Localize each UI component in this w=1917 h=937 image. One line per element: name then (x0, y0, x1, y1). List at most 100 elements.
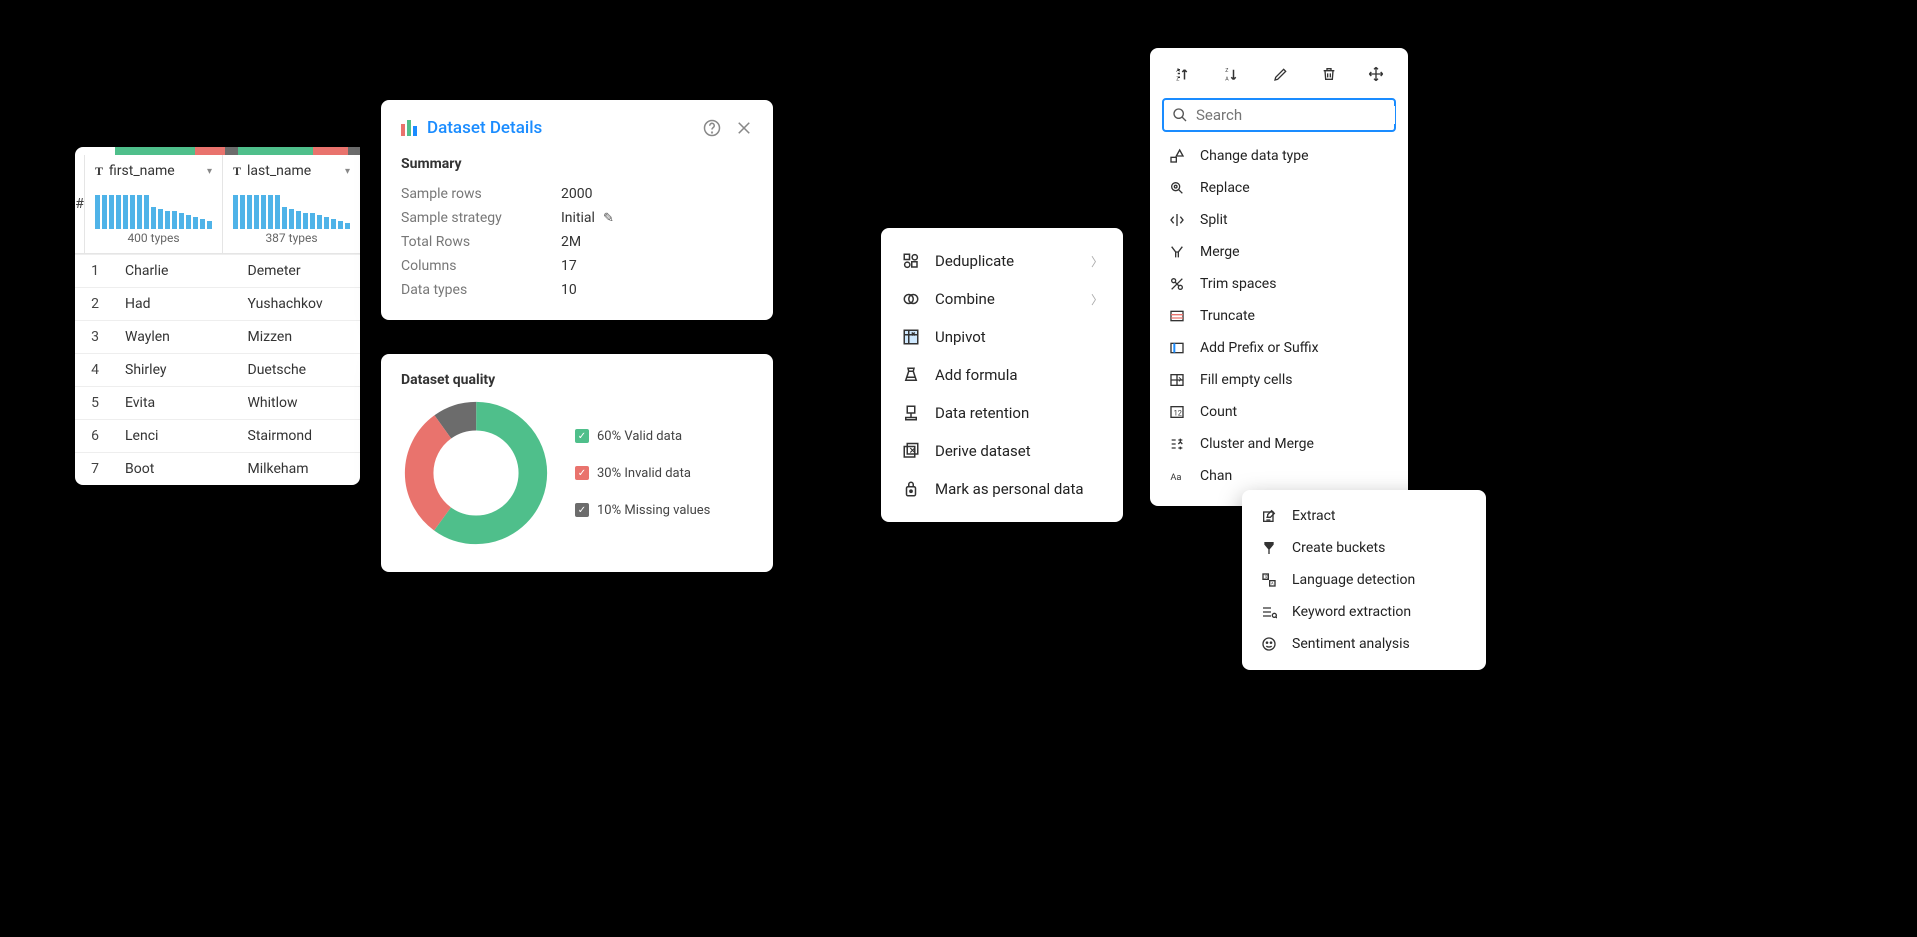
ops-item[interactable]: Unpivot (881, 318, 1123, 356)
table-row[interactable]: 7BootMilkeham (75, 452, 360, 485)
ops-item[interactable]: Derive dataset (881, 432, 1123, 470)
delete-icon[interactable] (1317, 62, 1341, 88)
transform-item[interactable]: Replace (1150, 172, 1408, 204)
transform-item[interactable]: Change data type (1150, 140, 1408, 172)
submenu-item[interactable]: Keyword extraction (1242, 596, 1486, 628)
svg-text:Z: Z (1176, 76, 1179, 82)
table-row[interactable]: 5EvitaWhitlow (75, 386, 360, 419)
table-row[interactable]: 6LenciStairmond (75, 419, 360, 452)
move-icon[interactable] (1364, 62, 1388, 88)
submenu-item[interactable]: Create buckets (1242, 532, 1486, 564)
edit-icon[interactable]: ✎ (603, 211, 614, 226)
cell-first-name: Had (115, 288, 238, 320)
transform-item[interactable]: AaChan (1150, 460, 1408, 492)
column-last-name[interactable]: T last_name ▾ 387 types (223, 155, 360, 253)
legend-item: ✓30% Invalid data (575, 466, 710, 481)
quality-donut-chart (401, 398, 551, 548)
ops-label: Add formula (935, 366, 1018, 384)
legend-label: 60% Valid data (597, 429, 682, 444)
transform-label: Merge (1200, 244, 1240, 260)
transform-item[interactable]: Merge (1150, 236, 1408, 268)
transform-item[interactable]: Cluster and Merge (1150, 428, 1408, 460)
cell-last-name: Yushachkov (238, 288, 361, 320)
ops-icon (901, 328, 921, 346)
ops-item[interactable]: Mark as personal data (881, 470, 1123, 508)
ops-item[interactable]: Deduplicate〉 (881, 242, 1123, 280)
transform-icon (1168, 148, 1186, 164)
table-row[interactable]: 3WaylenMizzen (75, 320, 360, 353)
close-icon[interactable] (735, 119, 753, 137)
ops-item[interactable]: Combine〉 (881, 280, 1123, 318)
transform-item[interactable]: Add Prefix or Suffix (1150, 332, 1408, 364)
row-number: 5 (75, 387, 115, 419)
submenu-icon (1260, 636, 1278, 652)
ops-icon (901, 252, 921, 270)
transform-label: Cluster and Merge (1200, 436, 1314, 452)
search-input-wrapper[interactable] (1162, 98, 1396, 132)
submenu-item[interactable]: 文ALanguage detection (1242, 564, 1486, 596)
column-first-name[interactable]: T first_name ▾ 400 types (85, 155, 223, 253)
submenu-icon (1260, 540, 1278, 556)
transform-label: Fill empty cells (1200, 372, 1292, 388)
table-row[interactable]: 2HadYushachkov (75, 287, 360, 320)
ops-icon (901, 404, 921, 422)
chevron-down-icon[interactable]: ▾ (345, 166, 350, 177)
summary-key: Columns (401, 258, 561, 274)
transform-icon (1168, 308, 1186, 324)
ops-label: Derive dataset (935, 442, 1031, 460)
type-icon: T (95, 164, 103, 179)
cell-last-name: Demeter (238, 255, 361, 287)
submenu-item[interactable]: Extract (1242, 500, 1486, 532)
cell-first-name: Evita (115, 387, 238, 419)
row-number: 7 (75, 453, 115, 485)
transform-item[interactable]: Truncate (1150, 300, 1408, 332)
search-input[interactable] (1196, 106, 1395, 124)
transform-label: Count (1200, 404, 1237, 420)
edit-icon[interactable] (1269, 62, 1293, 88)
transform-label: Add Prefix or Suffix (1200, 340, 1319, 356)
chevron-right-icon: 〉 (1091, 291, 1103, 308)
cell-last-name: Milkeham (238, 453, 361, 485)
histogram (85, 187, 222, 231)
help-icon[interactable] (703, 119, 721, 137)
submenu-icon (1260, 604, 1278, 620)
transform-item[interactable]: 12 Count (1150, 396, 1408, 428)
summary-key: Total Rows (401, 234, 561, 250)
submenu-item[interactable]: Sentiment analysis (1242, 628, 1486, 660)
transform-label: Truncate (1200, 308, 1255, 324)
ops-item[interactable]: Add formula (881, 356, 1123, 394)
cell-first-name: Shirley (115, 354, 238, 386)
summary-heading: Summary (401, 156, 753, 172)
submenu-label: Language detection (1292, 572, 1415, 588)
summary-row: Total Rows2M (401, 230, 753, 254)
sort-desc-icon[interactable]: ZA (1219, 62, 1245, 88)
transform-icon (1168, 212, 1186, 228)
transform-item[interactable]: Fill empty cells (1150, 364, 1408, 396)
ops-label: Deduplicate (935, 252, 1014, 270)
cell-last-name: Whitlow (238, 387, 361, 419)
submenu-label: Keyword extraction (1292, 604, 1411, 620)
transform-icon (1168, 372, 1186, 388)
type-icon: T (233, 164, 241, 179)
chevron-down-icon[interactable]: ▾ (207, 166, 212, 177)
ops-label: Data retention (935, 404, 1029, 422)
transform-item[interactable]: Trim spaces (1150, 268, 1408, 300)
transform-icon (1168, 436, 1186, 452)
column-name: first_name (109, 163, 175, 179)
ops-item[interactable]: Data retention (881, 394, 1123, 432)
quality-heading: Dataset quality (401, 372, 753, 388)
row-number: 4 (75, 354, 115, 386)
summary-row: Sample strategyInitial✎ (401, 206, 753, 230)
sort-asc-icon[interactable]: AZ (1170, 62, 1196, 88)
svg-text:A: A (1226, 76, 1230, 82)
table-row[interactable]: 4ShirleyDuetsche (75, 353, 360, 386)
ops-icon (901, 442, 921, 460)
cell-first-name: Charlie (115, 255, 238, 287)
panel-title: Dataset Details (427, 118, 542, 138)
summary-key: Sample strategy (401, 210, 561, 226)
table-row[interactable]: 1CharlieDemeter (75, 254, 360, 287)
svg-text:12: 12 (1174, 408, 1182, 417)
histogram (223, 187, 360, 231)
transform-label: Split (1200, 212, 1228, 228)
transform-item[interactable]: Split (1150, 204, 1408, 236)
